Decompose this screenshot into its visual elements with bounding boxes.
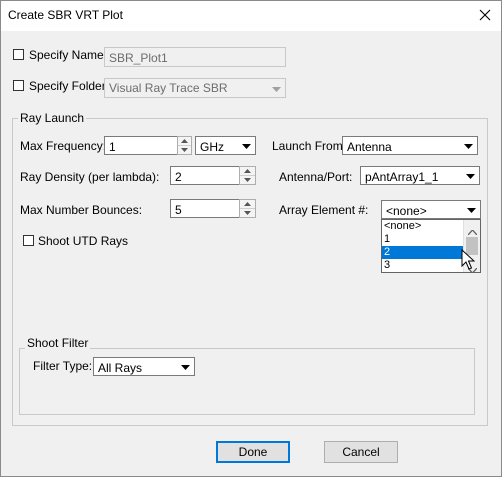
max-bounces-input[interactable]: 5	[170, 199, 240, 218]
launch-from-label: Launch From:	[272, 139, 347, 153]
scroll-up-icon[interactable]	[467, 224, 478, 238]
filter-type-label: Filter Type:	[33, 359, 93, 373]
shoot-utd-checkbox[interactable]	[23, 235, 34, 246]
chevron-down-icon	[239, 139, 253, 153]
array-element-select[interactable]: <none>	[381, 200, 481, 219]
close-icon	[479, 9, 491, 21]
chevron-down-icon	[463, 169, 477, 183]
antenna-port-value: pAntArray1_1	[365, 170, 439, 184]
specify-name-label: Specify Name	[29, 48, 104, 62]
max-frequency-input[interactable]: 1	[104, 136, 178, 155]
max-frequency-spinner[interactable]	[177, 136, 192, 155]
specify-folder-select[interactable]: Visual Ray Trace SBR	[104, 78, 286, 98]
ray-density-spinner[interactable]	[239, 166, 256, 185]
chevron-down-icon	[461, 139, 475, 153]
ray-density-input[interactable]: 2	[170, 166, 240, 185]
ray-density-label: Ray Density (per lambda):	[20, 170, 160, 184]
filter-type-value: All Rays	[98, 361, 143, 375]
array-element-label: Array Element #:	[279, 203, 369, 217]
dropdown-option-2[interactable]: 2	[382, 246, 463, 259]
specify-name-checkbox[interactable]	[13, 49, 24, 60]
spin-up-icon[interactable]	[240, 167, 255, 176]
specify-folder-value: Visual Ray Trace SBR	[109, 81, 228, 95]
frequency-unit-value: GHz	[200, 140, 224, 154]
max-frequency-label: Max Frequency:	[20, 139, 107, 153]
specify-folder-label: Specify Folder	[29, 79, 106, 93]
window-title: Create SBR VRT Plot	[8, 8, 123, 22]
specify-folder-checkbox[interactable]	[13, 80, 24, 91]
spin-down-icon[interactable]	[178, 146, 191, 155]
frequency-unit-select[interactable]: GHz	[195, 136, 256, 155]
shoot-filter-title: Shoot Filter	[25, 336, 91, 350]
cancel-button[interactable]: Cancel	[324, 441, 398, 463]
array-element-value: <none>	[386, 204, 427, 218]
spin-up-icon[interactable]	[178, 137, 191, 146]
spin-down-icon[interactable]	[240, 176, 255, 185]
max-bounces-spinner[interactable]	[239, 199, 256, 218]
launch-from-value: Antenna	[347, 140, 392, 154]
shoot-utd-label: Shoot UTD Rays	[38, 234, 129, 248]
chevron-down-icon	[464, 203, 478, 217]
filter-type-select[interactable]: All Rays	[93, 357, 195, 376]
spin-down-icon[interactable]	[240, 209, 255, 218]
close-button[interactable]	[473, 4, 497, 26]
title-bar: Create SBR VRT Plot	[0, 0, 502, 31]
antenna-port-label: Antenna/Port:	[279, 170, 353, 184]
chevron-down-icon	[269, 82, 283, 96]
antenna-port-select[interactable]: pAntArray1_1	[360, 166, 480, 185]
spin-up-icon[interactable]	[240, 200, 255, 209]
mouse-cursor-icon	[461, 249, 475, 270]
ray-launch-title: Ray Launch	[18, 111, 87, 125]
max-bounces-label: Max Number Bounces:	[20, 203, 143, 217]
launch-from-select[interactable]: Antenna	[342, 136, 478, 155]
chevron-down-icon	[178, 360, 192, 374]
done-button[interactable]: Done	[216, 441, 290, 463]
specify-name-input[interactable]: SBR_Plot1	[104, 47, 286, 67]
